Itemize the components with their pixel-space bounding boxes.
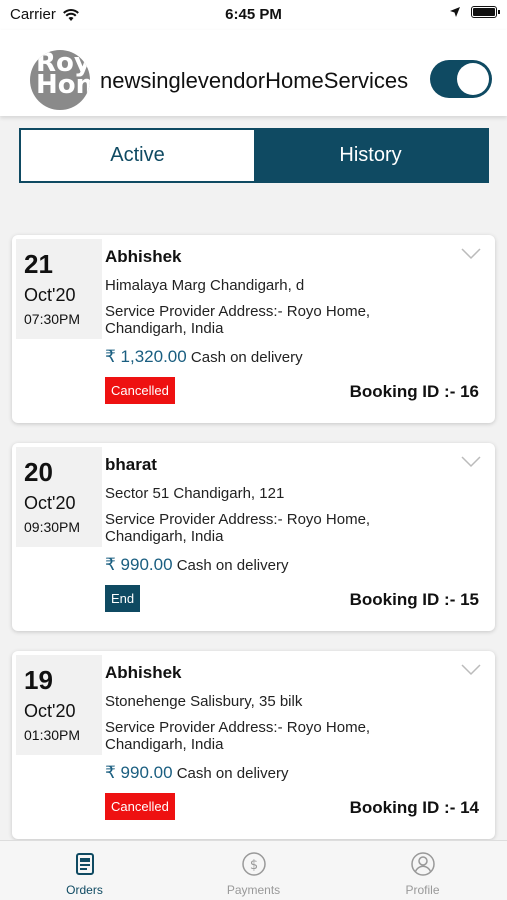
- availability-toggle[interactable]: [430, 60, 492, 98]
- app-title: newsinglevendorHomeServices: [100, 68, 409, 93]
- provider-address: Service Provider Address:- Royo Home, Ch…: [105, 303, 371, 337]
- battery-icon: [471, 6, 500, 18]
- order-card[interactable]: 21 Oct'20 07:30PM Abhishek Himalaya Marg…: [12, 235, 495, 423]
- order-price: ₹ 1,320.00: [105, 347, 187, 366]
- tab-history[interactable]: History: [254, 130, 487, 181]
- toggle-knob: [457, 63, 489, 95]
- customer-address: Stonehenge Salisbury, 35 bilk: [105, 693, 303, 710]
- app-header: Royo Home newsinglevendorHomeServices: [0, 30, 507, 116]
- bottom-tab-bar: Orders $ Payments Profile: [0, 840, 507, 900]
- tabbar-item-payments[interactable]: $ Payments: [169, 841, 338, 900]
- status-bar: Carrier 6:45 PM: [0, 0, 507, 30]
- avatar-logo-text: Royo Home: [36, 50, 90, 100]
- order-card[interactable]: 19 Oct'20 01:30PM Abhishek Stonehenge Sa…: [12, 651, 495, 839]
- price-line: ₹ 1,320.00 Cash on delivery: [105, 347, 303, 367]
- tabbar-label: Profile: [405, 883, 440, 897]
- location-arrow-icon: [450, 7, 460, 17]
- provider-address: Service Provider Address:- Royo Home, Ch…: [105, 511, 371, 545]
- tabbar-label: Payments: [226, 883, 281, 897]
- provider-address: Service Provider Address:- Royo Home, Ch…: [105, 719, 371, 753]
- chevron-down-icon[interactable]: [461, 455, 481, 469]
- status-badge: Cancelled: [105, 793, 175, 820]
- booking-id: Booking ID :- 15: [349, 590, 479, 609]
- profile-icon: [410, 852, 435, 876]
- date-box: 21 Oct'20 07:30PM: [16, 239, 102, 339]
- customer-name: Abhishek: [105, 247, 182, 266]
- tabbar-item-profile[interactable]: Profile: [338, 841, 507, 900]
- order-month: Oct'20: [24, 701, 76, 721]
- order-month: Oct'20: [24, 493, 76, 513]
- order-price: ₹ 990.00: [105, 555, 173, 574]
- chevron-down-icon[interactable]: [461, 663, 481, 677]
- customer-address: Himalaya Marg Chandigarh, d: [105, 277, 305, 294]
- orders-icon: [75, 853, 94, 875]
- payments-icon: $: [241, 852, 266, 876]
- order-day: 20: [24, 457, 53, 487]
- order-time: 07:30PM: [24, 311, 81, 327]
- customer-address: Sector 51 Chandigarh, 121: [105, 485, 285, 502]
- order-tabs: Active History: [19, 128, 489, 183]
- status-badge: Cancelled: [105, 377, 175, 404]
- status-badge: End: [105, 585, 141, 612]
- customer-name: bharat: [105, 455, 157, 474]
- svg-text:$: $: [249, 858, 257, 873]
- tabbar-item-orders[interactable]: Orders: [0, 841, 169, 900]
- order-day: 19: [24, 665, 53, 695]
- order-card[interactable]: 20 Oct'20 09:30PM bharat Sector 51 Chand…: [12, 443, 495, 631]
- customer-name: Abhishek: [105, 663, 182, 682]
- booking-id: Booking ID :- 14: [349, 798, 479, 817]
- payment-method: Cash on delivery: [176, 765, 289, 782]
- order-month: Oct'20: [24, 285, 76, 305]
- chevron-down-icon[interactable]: [461, 247, 481, 261]
- tab-active[interactable]: Active: [21, 130, 254, 181]
- avatar[interactable]: Royo Home: [30, 50, 90, 110]
- payment-method: Cash on delivery: [176, 557, 289, 574]
- date-box: 19 Oct'20 01:30PM: [16, 655, 102, 755]
- order-time: 09:30PM: [24, 519, 81, 535]
- price-line: ₹ 990.00 Cash on delivery: [105, 763, 288, 783]
- order-time: 01:30PM: [24, 727, 81, 743]
- order-day: 21: [24, 249, 53, 279]
- payment-method: Cash on delivery: [190, 349, 303, 366]
- booking-id: Booking ID :- 16: [349, 382, 479, 401]
- status-right: [449, 6, 500, 18]
- tabbar-label: Orders: [66, 883, 103, 897]
- order-price: ₹ 990.00: [105, 763, 173, 782]
- date-box: 20 Oct'20 09:30PM: [16, 447, 102, 547]
- price-line: ₹ 990.00 Cash on delivery: [105, 555, 288, 575]
- status-time: 6:45 PM: [225, 6, 282, 23]
